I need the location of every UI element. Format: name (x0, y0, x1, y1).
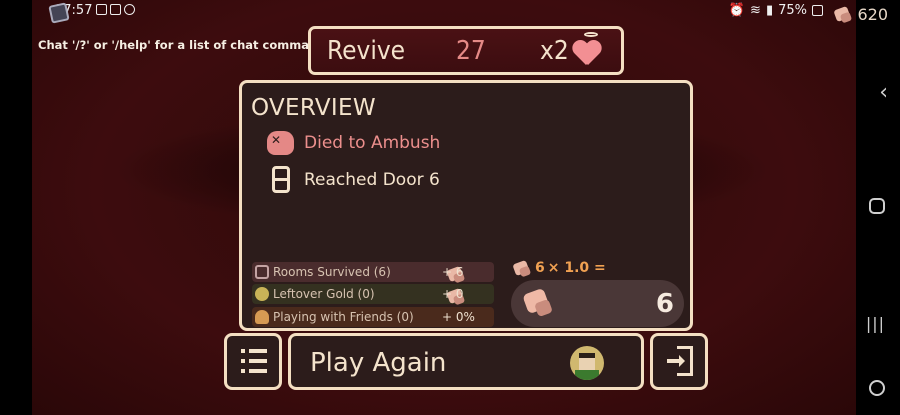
winged-heart-icon (573, 39, 603, 65)
alarm-icon: ⏰ (728, 3, 746, 18)
avatar (570, 346, 604, 380)
revive-count: 27 (456, 35, 486, 66)
door-small-icon (255, 265, 269, 279)
door-icon (272, 166, 290, 193)
stat-label: Rooms Survived (6) (273, 265, 391, 279)
play-again-label: Play Again (310, 348, 447, 378)
recent-apps-icon[interactable]: ||| (866, 314, 885, 333)
stat-leftover-gold: Leftover Gold (0) + 0 (252, 284, 494, 304)
battery-icon (812, 5, 823, 16)
chat-hint: Chat '/?' or '/help' for a list of chat … (38, 38, 337, 52)
stat-label: Leftover Gold (0) (273, 287, 375, 301)
skull-icon (267, 131, 294, 155)
revive-label: Revive (327, 35, 406, 66)
exit-door-icon (667, 346, 695, 378)
exit-button[interactable] (650, 333, 708, 390)
formula-multiplier: × 1.0 = (547, 260, 606, 276)
stat-value: + 0% (442, 310, 475, 324)
list-icon (241, 349, 267, 375)
overview-title: OVERVIEW (251, 95, 376, 121)
notification-icons (96, 4, 135, 15)
revive-button[interactable]: Revive 27 x2 (308, 26, 624, 75)
death-event: Died to Ambush (267, 131, 440, 155)
knobs-total: 6 (511, 280, 684, 327)
status-bar: 17:57 ⏰ ≋ ▮ 75% (0, 3, 900, 21)
stat-rooms-survived: Rooms Survived (6) + 6 (252, 262, 494, 282)
gold-coins-icon (255, 287, 269, 301)
chat-icon[interactable] (48, 2, 70, 24)
overview-panel: OVERVIEW Died to Ambush Reached Door 6 R… (239, 80, 693, 331)
stat-playing-with-friends: Playing with Friends (0) + 0% (252, 307, 494, 327)
wifi-icon: ≋ (750, 3, 761, 18)
halo-icon (584, 32, 598, 37)
friends-icon (255, 310, 269, 324)
stat-label: Playing with Friends (0) (273, 310, 414, 324)
total-value: 6 (655, 288, 674, 319)
back-icon[interactable]: ‹ (879, 80, 888, 105)
stat-value: + 6 (442, 265, 464, 279)
formula-base: 6 (535, 260, 545, 276)
death-text: Died to Ambush (304, 133, 441, 153)
settings-icon (124, 4, 135, 15)
notification-icon (110, 4, 121, 15)
knob-icon (512, 258, 532, 278)
knob-icon (833, 4, 853, 24)
revive-multiplier: x2 (540, 35, 569, 66)
signal-icon: ▮ (765, 3, 774, 18)
system-icons: ⏰ ≋ ▮ 75% (729, 3, 823, 18)
currency-display: 620 (833, 4, 888, 24)
stat-value: + 0 (442, 287, 464, 301)
battery-text: 75% (778, 3, 807, 18)
notification-icon (96, 4, 107, 15)
door-text: Reached Door 6 (304, 169, 440, 190)
home-icon[interactable] (869, 198, 885, 214)
currency-amount: 620 (857, 4, 888, 24)
knob-icon (523, 288, 555, 320)
play-again-button[interactable]: Play Again (288, 333, 644, 390)
door-event: Reached Door 6 (267, 166, 440, 193)
knobs-formula: 6 × 1.0 = (512, 258, 606, 278)
menu-button[interactable] (224, 333, 282, 390)
gamepad-icon[interactable] (869, 380, 885, 396)
